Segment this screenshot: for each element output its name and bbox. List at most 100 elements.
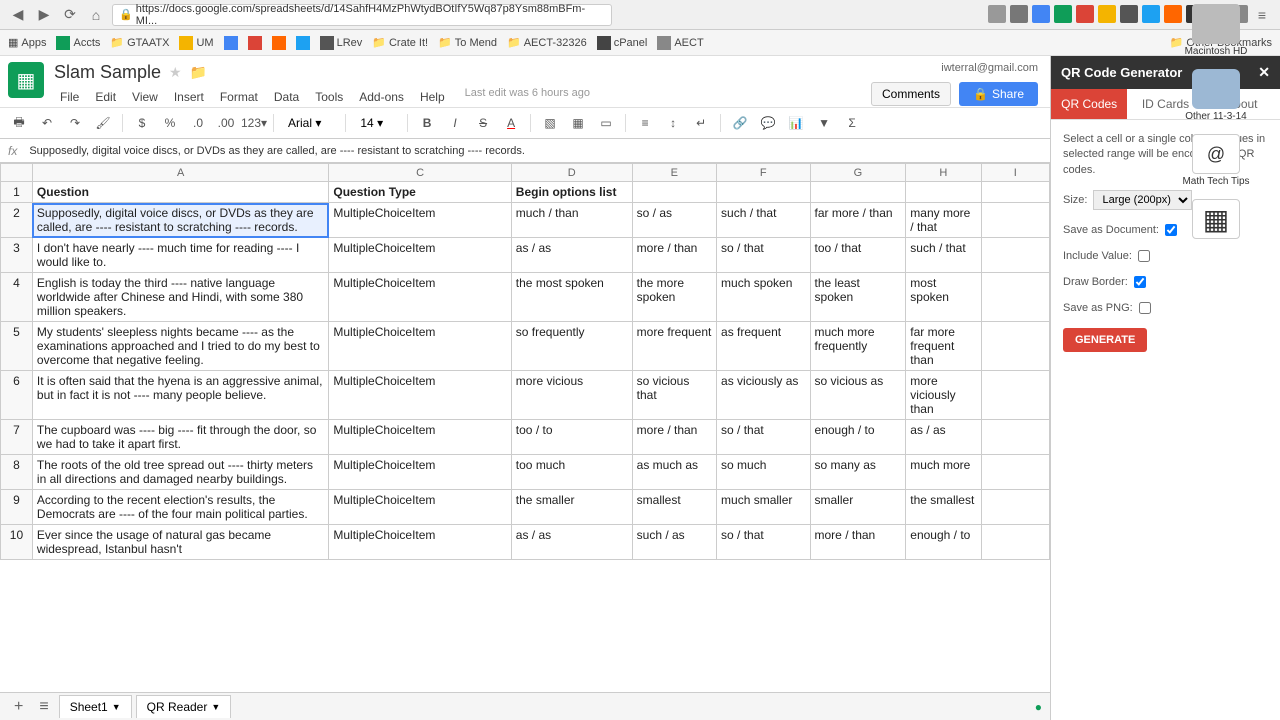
borders-button[interactable]: ▦ bbox=[567, 112, 589, 134]
column-headers[interactable]: ACDEFGHI bbox=[1, 164, 1050, 182]
bookmark-item[interactable] bbox=[296, 36, 310, 50]
menu-addons[interactable]: Add-ons bbox=[353, 87, 410, 107]
menu-edit[interactable]: Edit bbox=[89, 87, 122, 107]
bookmark-item[interactable]: Accts bbox=[56, 36, 100, 50]
menu-tools[interactable]: Tools bbox=[309, 87, 349, 107]
table-row[interactable]: 3I don't have nearly ---- much time for … bbox=[1, 238, 1050, 273]
valign-button[interactable]: ↕ bbox=[662, 112, 684, 134]
decimal-decrease-button[interactable]: .0 bbox=[187, 112, 209, 134]
back-button[interactable]: ◀ bbox=[8, 5, 28, 25]
bold-button[interactable]: B bbox=[416, 112, 438, 134]
save-png-checkbox[interactable] bbox=[1139, 302, 1151, 314]
fill-color-button[interactable]: ▧ bbox=[539, 112, 561, 134]
table-row[interactable]: 10Ever since the usage of natural gas be… bbox=[1, 525, 1050, 560]
ext-icon[interactable] bbox=[1098, 5, 1116, 23]
ext-icon[interactable] bbox=[1054, 5, 1072, 23]
font-select[interactable]: Arial ▾ bbox=[282, 114, 337, 132]
currency-button[interactable]: $ bbox=[131, 112, 153, 134]
draw-border-checkbox[interactable] bbox=[1134, 276, 1146, 288]
ext-icon[interactable] bbox=[1032, 5, 1050, 23]
print-button[interactable]: 🖶 bbox=[8, 112, 30, 134]
formula-content: Supposedly, digital voice discs, or DVDs… bbox=[29, 145, 525, 157]
menu-bar: File Edit View Insert Format Data Tools … bbox=[54, 87, 871, 107]
bookmark-item[interactable] bbox=[272, 36, 286, 50]
paint-format-button[interactable]: 🖌 bbox=[92, 112, 114, 134]
comment-button[interactable]: 💬 bbox=[757, 112, 779, 134]
desktop-item-qr[interactable]: ▦ bbox=[1166, 199, 1266, 239]
sheet-tab[interactable]: Sheet1 ▼ bbox=[59, 695, 132, 718]
url-bar[interactable]: 🔒 https://docs.google.com/spreadsheets/d… bbox=[112, 4, 612, 26]
table-row[interactable]: 2Supposedly, digital voice discs, or DVD… bbox=[1, 203, 1050, 238]
desktop-item-hd[interactable]: Macintosh HD bbox=[1166, 4, 1266, 57]
table-row[interactable]: 4English is today the third ---- native … bbox=[1, 273, 1050, 322]
sheet-tabs-bar: + ≡ Sheet1 ▼ QR Reader ▼ ● bbox=[0, 692, 1050, 720]
star-icon[interactable]: ★ bbox=[169, 64, 182, 81]
text-color-button[interactable]: A bbox=[500, 112, 522, 134]
menu-file[interactable]: File bbox=[54, 87, 85, 107]
share-button[interactable]: 🔒Share bbox=[959, 82, 1038, 106]
all-sheets-button[interactable]: ≡ bbox=[33, 698, 54, 716]
spreadsheet-grid[interactable]: ACDEFGHI 1 Question Question Type Begin … bbox=[0, 163, 1050, 692]
ext-icon[interactable] bbox=[988, 5, 1006, 23]
home-button[interactable]: ⌂ bbox=[86, 5, 106, 25]
align-button[interactable]: ≡ bbox=[634, 112, 656, 134]
add-sheet-button[interactable]: + bbox=[8, 698, 29, 716]
table-row[interactable]: 9According to the recent election's resu… bbox=[1, 490, 1050, 525]
bookmark-item[interactable]: 📁AECT-32326 bbox=[507, 36, 587, 49]
strikethrough-button[interactable]: S bbox=[472, 112, 494, 134]
user-email[interactable]: iwterral@gmail.com bbox=[941, 62, 1038, 74]
menu-format[interactable]: Format bbox=[214, 87, 264, 107]
comments-button[interactable]: Comments bbox=[871, 82, 951, 106]
folder-icon[interactable]: 📁 bbox=[190, 64, 207, 81]
formula-bar[interactable]: fx Supposedly, digital voice discs, or D… bbox=[0, 139, 1050, 163]
bookmark-item[interactable]: cPanel bbox=[597, 36, 648, 50]
table-row[interactable]: 5My students' sleepless nights became --… bbox=[1, 322, 1050, 371]
ext-icon[interactable] bbox=[1120, 5, 1138, 23]
chart-button[interactable]: 📊 bbox=[785, 112, 807, 134]
ext-icon[interactable] bbox=[1076, 5, 1094, 23]
menu-help[interactable]: Help bbox=[414, 87, 451, 107]
bookmark-item[interactable] bbox=[248, 36, 262, 50]
menu-view[interactable]: View bbox=[126, 87, 164, 107]
table-row[interactable]: 6It is often said that the hyena is an a… bbox=[1, 371, 1050, 420]
table-row[interactable]: 1 Question Question Type Begin options l… bbox=[1, 182, 1050, 203]
font-size-select[interactable]: 14 ▾ bbox=[354, 114, 399, 132]
forward-button[interactable]: ▶ bbox=[34, 5, 54, 25]
generate-button[interactable]: GENERATE bbox=[1063, 328, 1147, 352]
desktop-item-http[interactable]: @ Math Tech Tips bbox=[1166, 134, 1266, 187]
more-formats-button[interactable]: 123▾ bbox=[243, 112, 265, 134]
bookmark-item[interactable]: 📁Crate It! bbox=[372, 36, 428, 49]
bookmark-item[interactable]: 📁To Mend bbox=[438, 36, 497, 49]
bookmark-item[interactable] bbox=[224, 36, 238, 50]
redo-button[interactable]: ↷ bbox=[64, 112, 86, 134]
reload-button[interactable]: ⟳ bbox=[60, 5, 80, 25]
menu-data[interactable]: Data bbox=[268, 87, 305, 107]
bookmark-item[interactable]: ▦Apps bbox=[8, 36, 46, 49]
tab-qr-codes[interactable]: QR Codes bbox=[1051, 89, 1127, 119]
bookmark-item[interactable]: UM bbox=[179, 36, 213, 50]
sheets-icon[interactable]: ▦ bbox=[8, 62, 44, 98]
merge-button[interactable]: ▭ bbox=[595, 112, 617, 134]
sheet-tab[interactable]: QR Reader ▼ bbox=[136, 695, 232, 718]
ext-icon[interactable] bbox=[1010, 5, 1028, 23]
wrap-button[interactable]: ↵ bbox=[690, 112, 712, 134]
include-value-checkbox[interactable] bbox=[1138, 250, 1150, 262]
filter-button[interactable]: ▼ bbox=[813, 112, 835, 134]
bookmark-item[interactable]: AECT bbox=[657, 36, 703, 50]
save-doc-label: Save as Document: bbox=[1063, 224, 1159, 236]
link-button[interactable]: 🔗 bbox=[729, 112, 751, 134]
table-row[interactable]: 8The roots of the old tree spread out --… bbox=[1, 455, 1050, 490]
decimal-increase-button[interactable]: .00 bbox=[215, 112, 237, 134]
undo-button[interactable]: ↶ bbox=[36, 112, 58, 134]
functions-button[interactable]: Σ bbox=[841, 112, 863, 134]
bookmark-item[interactable]: LRev bbox=[320, 36, 363, 50]
italic-button[interactable]: I bbox=[444, 112, 466, 134]
percent-button[interactable]: % bbox=[159, 112, 181, 134]
fx-label: fx bbox=[8, 144, 17, 158]
menu-insert[interactable]: Insert bbox=[168, 87, 210, 107]
bookmark-item[interactable]: 📁GTAATX bbox=[110, 36, 169, 49]
doc-title[interactable]: Slam Sample bbox=[54, 62, 161, 83]
desktop-item-folder[interactable]: Other 11-3-14 bbox=[1166, 69, 1266, 122]
table-row[interactable]: 7The cupboard was ---- big ---- fit thro… bbox=[1, 420, 1050, 455]
ext-icon[interactable] bbox=[1142, 5, 1160, 23]
